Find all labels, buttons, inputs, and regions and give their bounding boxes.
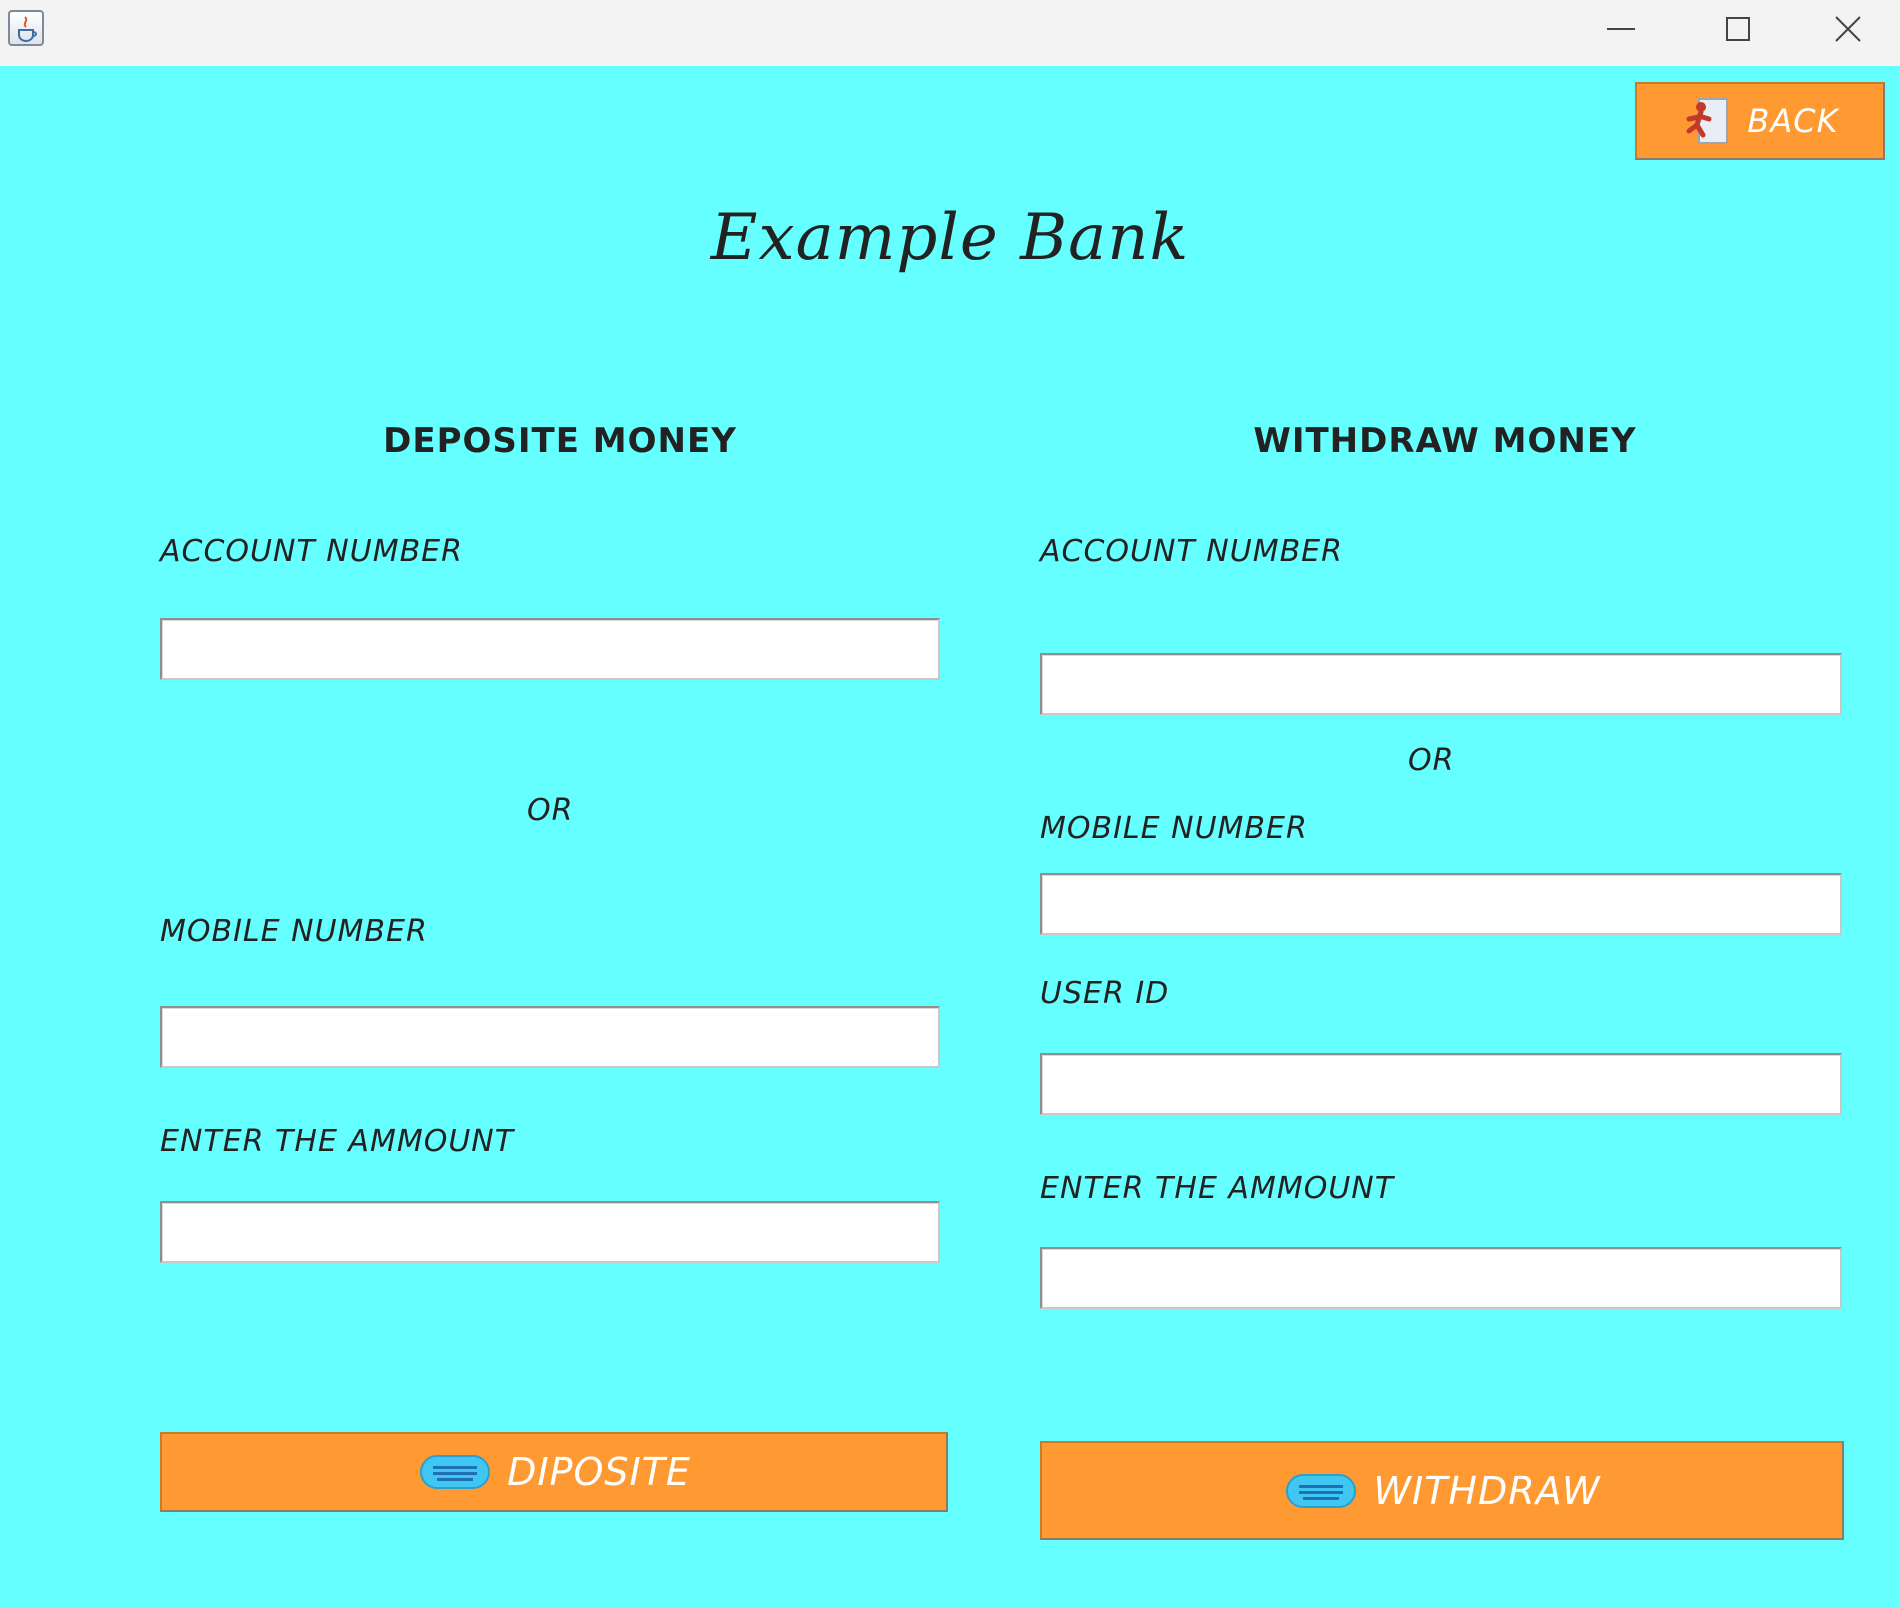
maximize-button[interactable]: [1679, 0, 1797, 58]
withdraw-heading: WITHDRAW MONEY: [1253, 421, 1637, 461]
minimize-button[interactable]: [1562, 0, 1680, 58]
withdraw-mobile-input[interactable]: [1040, 873, 1842, 935]
withdraw-button[interactable]: WITHDRAW: [1040, 1441, 1844, 1540]
deposit-account-label: ACCOUNT NUMBER: [160, 534, 463, 569]
deposit-mobile-input[interactable]: [160, 1006, 940, 1068]
close-icon: [1835, 16, 1861, 42]
withdraw-account-input[interactable]: [1040, 653, 1842, 715]
withdraw-or-label: OR: [1408, 743, 1455, 778]
withdraw-userid-label: USER ID: [1040, 976, 1170, 1011]
deposit-or-label: OR: [527, 793, 574, 828]
deposit-mobile-label: MOBILE NUMBER: [160, 914, 428, 949]
deposit-heading: DEPOSITE MONEY: [383, 421, 737, 461]
main-panel: BACK Example Bank DEPOSITE MONEY ACCOUNT…: [0, 66, 1900, 1608]
withdraw-amount-label: ENTER THE AMMOUNT: [1040, 1171, 1395, 1206]
deposit-amount-label: ENTER THE AMMOUNT: [160, 1124, 515, 1159]
deposit-button[interactable]: DIPOSITE: [160, 1432, 948, 1512]
cash-icon: [1286, 1473, 1357, 1508]
withdraw-amount-input[interactable]: [1040, 1247, 1842, 1309]
exit-door-icon: [1686, 98, 1729, 144]
back-button[interactable]: BACK: [1635, 82, 1885, 160]
deposit-button-label: DIPOSITE: [507, 1450, 691, 1494]
withdraw-account-label: ACCOUNT NUMBER: [1040, 534, 1343, 569]
deposit-account-input[interactable]: [160, 618, 940, 680]
back-button-label: BACK: [1747, 102, 1839, 140]
cash-icon: [420, 1455, 491, 1489]
bank-title: Example Bank: [710, 201, 1190, 275]
withdraw-userid-input[interactable]: [1040, 1053, 1842, 1115]
bank-window: BACK Example Bank DEPOSITE MONEY ACCOUNT…: [0, 0, 1900, 1608]
minimize-icon: [1607, 28, 1635, 30]
java-coffee-icon[interactable]: [8, 10, 44, 46]
title-bar[interactable]: [0, 0, 1900, 66]
withdraw-mobile-label: MOBILE NUMBER: [1040, 811, 1308, 846]
deposit-amount-input[interactable]: [160, 1201, 940, 1263]
close-button[interactable]: [1796, 0, 1900, 58]
withdraw-button-label: WITHDRAW: [1373, 1468, 1601, 1513]
maximize-icon: [1726, 17, 1750, 41]
